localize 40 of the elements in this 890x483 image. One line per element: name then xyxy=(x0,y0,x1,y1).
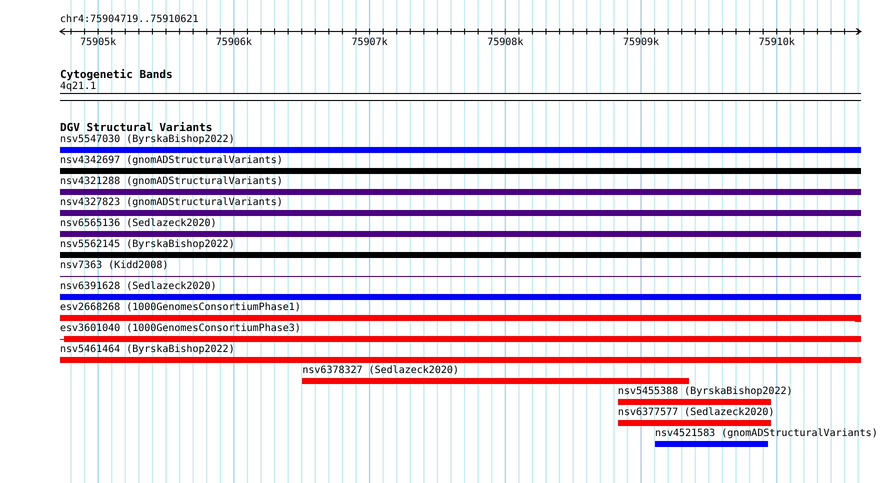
variant-label[interactable]: nsv5461464 (ByrskaBishop2022) xyxy=(60,344,235,356)
variant-label[interactable]: nsv4521583 (gnomADStructuralVariants) xyxy=(654,428,878,440)
variant-label[interactable]: nsv5562145 (ByrskaBishop2022) xyxy=(60,239,235,251)
variant-label[interactable]: nsv4327823 (gnomADStructuralVariants) xyxy=(60,197,283,209)
variant-bar[interactable] xyxy=(60,168,861,174)
variant-bar[interactable] xyxy=(60,189,861,195)
variant-label[interactable]: esv2668268 (1000GenomesConsortiumPhase1) xyxy=(60,302,301,314)
ruler-label: 75910k xyxy=(758,37,795,49)
ruler-label: 75908k xyxy=(487,37,524,49)
variant-label[interactable]: nsv4321288 (gnomADStructuralVariants) xyxy=(60,176,283,188)
variant-bar[interactable] xyxy=(64,336,861,342)
variant-label[interactable]: nsv5547030 (ByrskaBishop2022) xyxy=(60,134,235,146)
track-title: Cytogenetic Bands xyxy=(60,68,173,81)
ruler-label: 75906k xyxy=(216,37,252,49)
variant-bar[interactable] xyxy=(60,210,861,216)
variant-label[interactable]: nsv6377577 (Sedlazeck2020) xyxy=(618,407,774,419)
variant-bar[interactable] xyxy=(302,378,690,384)
variant-label[interactable]: nsv6565136 (Sedlazeck2020) xyxy=(60,218,217,230)
ruler-label: 75909k xyxy=(622,37,660,49)
ruler-label: 75905k xyxy=(80,37,116,49)
variant-bar[interactable] xyxy=(60,294,861,300)
variant-label[interactable]: esv3601040 (1000GenomesConsortiumPhase3) xyxy=(60,323,301,335)
track-title: DGV Structural Variants xyxy=(60,121,212,134)
variant-bar[interactable] xyxy=(60,231,861,237)
variant-bar[interactable] xyxy=(60,147,861,153)
variant-bar[interactable] xyxy=(618,420,772,426)
band-label: 4q21.1 xyxy=(60,81,96,93)
variant-line[interactable] xyxy=(60,276,861,277)
variant-bar[interactable] xyxy=(618,399,772,405)
position-label: chr4:75904719..75910621 xyxy=(60,14,198,26)
variant-label[interactable]: nsv6391628 (Sedlazeck2020) xyxy=(60,281,217,293)
variant-bar[interactable] xyxy=(60,315,855,321)
variant-label[interactable]: nsv4342697 (gnomADStructuralVariants) xyxy=(60,155,283,167)
variant-bar[interactable] xyxy=(60,357,861,363)
variant-label[interactable]: nsv5455388 (ByrskaBishop2022) xyxy=(618,386,793,398)
variant-label[interactable]: nsv7363 (Kidd2008) xyxy=(60,260,168,272)
variant-label[interactable]: nsv6378327 (Sedlazeck2020) xyxy=(302,365,459,377)
variant-bar[interactable] xyxy=(654,441,768,447)
variant-bar[interactable] xyxy=(60,252,861,258)
ruler-label: 75907k xyxy=(352,37,388,49)
